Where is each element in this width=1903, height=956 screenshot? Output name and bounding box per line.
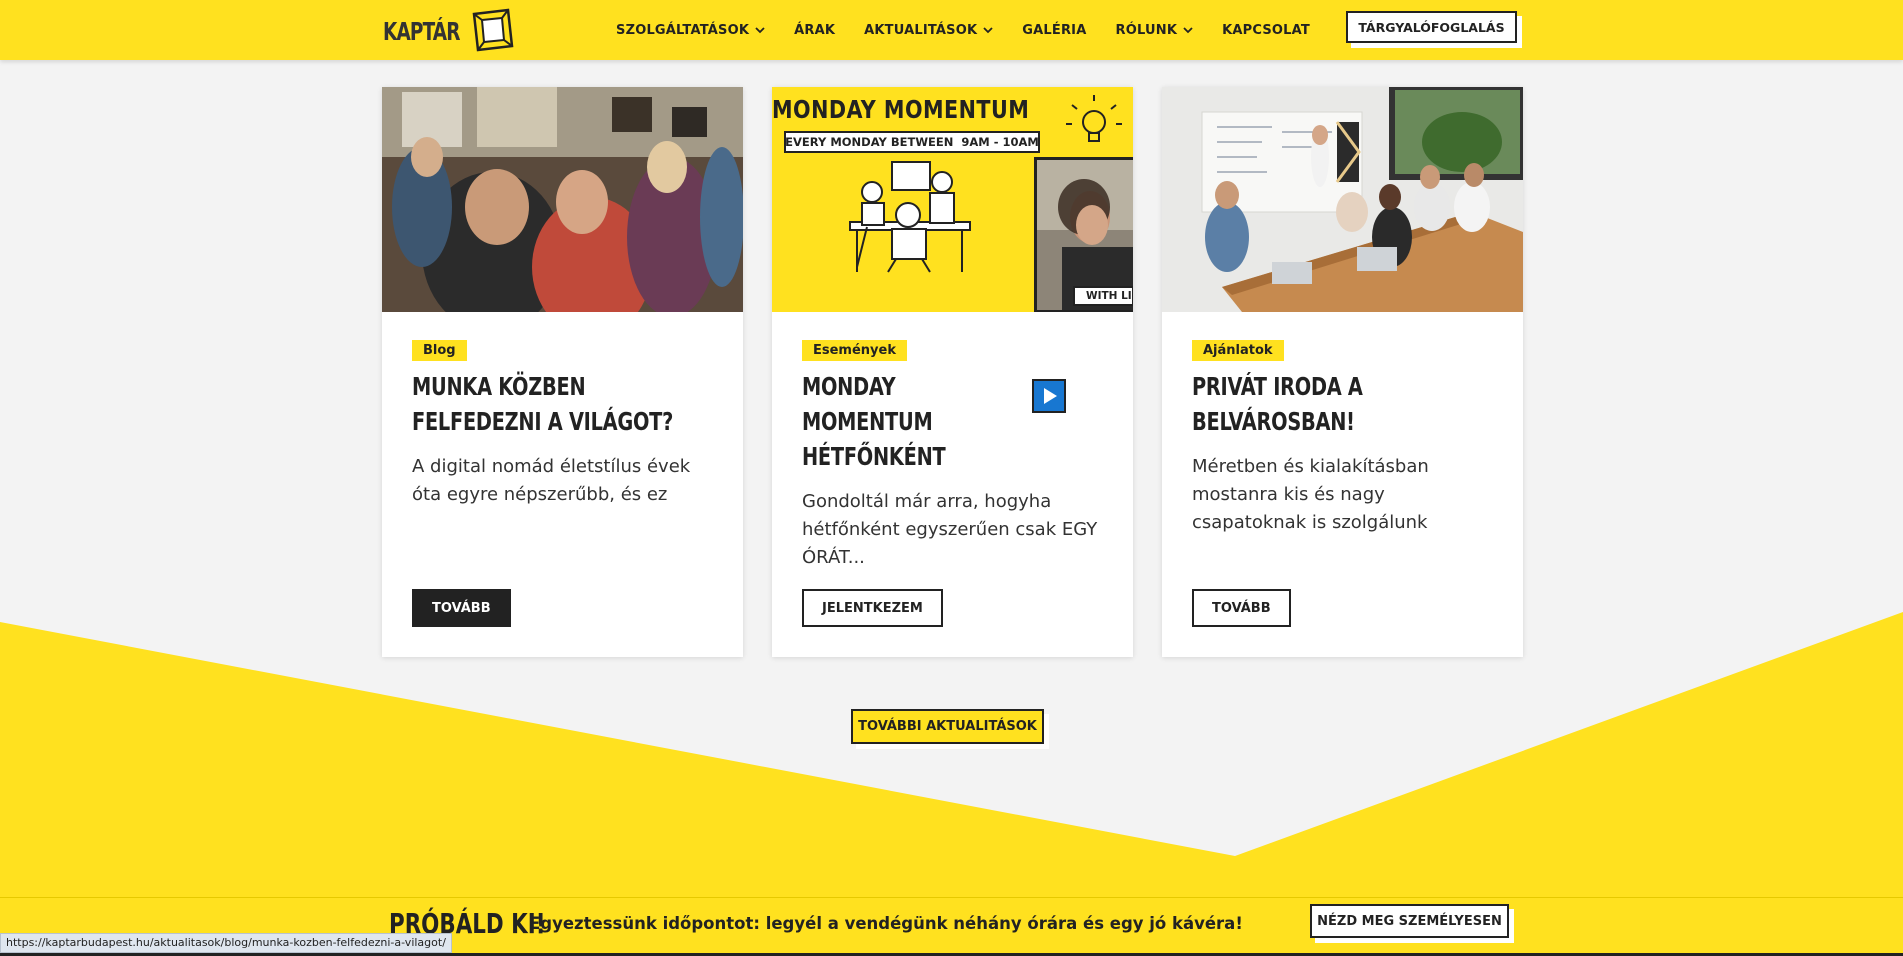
signup-button[interactable]: JELENTKEZEM xyxy=(802,589,943,627)
category-tag[interactable]: Események xyxy=(802,340,907,361)
category-tag[interactable]: Blog xyxy=(412,340,467,361)
monday-schedule: EVERY MONDAY BETWEEN 9AM - 10AM xyxy=(784,131,1040,153)
nav-item-galeria[interactable]: GALÉRIA xyxy=(1022,23,1086,38)
site-header: KAPTÁR SZOLGÁLTATÁSOK ÁRAK AKTUALITÁSOK … xyxy=(0,0,1903,60)
nav-label: AKTUALITÁSOK xyxy=(864,22,978,38)
card-photo-office[interactable] xyxy=(1162,87,1523,312)
nav-item-arak[interactable]: ÁRAK xyxy=(794,23,835,38)
logo-text: KAPTÁR xyxy=(383,16,460,46)
nav-item-aktualitasok[interactable]: AKTUALITÁSOK xyxy=(864,23,993,38)
card-excerpt: Méretben és kialakításban mostanra kis é… xyxy=(1192,456,1429,533)
visit-in-person-button[interactable]: NÉZD MEG SZEMÉLYESEN xyxy=(1310,904,1509,938)
nav-label: GALÉRIA xyxy=(1022,22,1087,38)
card-photo-team[interactable] xyxy=(382,87,743,312)
nav-item-szolgaltatasok[interactable]: SZOLGÁLTATÁSOK xyxy=(616,23,765,38)
news-card: Blog MUNKA KÖZBEN FELFEDEZNI A VILÁGOT? … xyxy=(382,87,743,657)
card-image-monday-momentum[interactable]: MONDAY MOMENTUM EVERY MONDAY BETWEEN 9AM… xyxy=(772,87,1133,312)
room-booking-button[interactable]: TÁRGYALÓFOGLALÁS xyxy=(1346,11,1517,43)
read-more-button[interactable]: TOVÁBB xyxy=(1192,589,1291,627)
category-tag[interactable]: Ajánlatok xyxy=(1192,340,1284,361)
card-title[interactable]: MONDAY MOMENTUM HÉTFŐNKÉNT xyxy=(802,369,1000,474)
card-title[interactable]: MUNKA KÖZBEN FELFEDEZNI A VILÁGOT? xyxy=(412,369,713,439)
card-excerpt: A digital nomád életstílus évek óta egyr… xyxy=(412,456,691,505)
nav-label: RÓLUNK xyxy=(1115,22,1178,38)
news-card: Ajánlatok PRIVÁT IRODA A BELVÁROSBAN! Mé… xyxy=(1162,87,1523,657)
logo[interactable]: KAPTÁR xyxy=(383,8,516,54)
main-nav: SZOLGÁLTATÁSOK ÁRAK AKTUALITÁSOK GALÉRIA… xyxy=(616,0,1339,60)
card-body: Ajánlatok PRIVÁT IRODA A BELVÁROSBAN! Mé… xyxy=(1162,312,1523,657)
nav-item-rolunk[interactable]: RÓLUNK xyxy=(1116,23,1194,38)
play-icon[interactable] xyxy=(1032,379,1066,413)
cube-logo-icon xyxy=(473,8,514,52)
chevron-down-icon xyxy=(1183,27,1193,34)
nav-label: KAPCSOLAT xyxy=(1222,22,1310,38)
nav-label: ÁRAK xyxy=(794,22,836,38)
banner-text: Egyeztessünk időpontot: legyél a vendégü… xyxy=(529,914,1243,933)
chevron-down-icon xyxy=(983,27,993,34)
nav-label: SZOLGÁLTATÁSOK xyxy=(616,22,750,38)
more-news-button[interactable]: TOVÁBBI AKTUALITÁSOK xyxy=(851,709,1044,744)
read-more-button[interactable]: TOVÁBB xyxy=(412,589,511,627)
monday-heading: MONDAY MOMENTUM xyxy=(772,95,1030,124)
news-card: MONDAY MOMENTUM EVERY MONDAY BETWEEN 9AM… xyxy=(772,87,1133,657)
card-body: Események MONDAY MOMENTUM HÉTFŐNKÉNT Gon… xyxy=(772,312,1133,657)
card-body: Blog MUNKA KÖZBEN FELFEDEZNI A VILÁGOT? … xyxy=(382,312,743,657)
card-title[interactable]: PRIVÁT IRODA A BELVÁROSBAN! xyxy=(1192,369,1416,439)
monday-badge: WITH LI xyxy=(1086,290,1132,302)
status-bar-url: https://kaptarbudapest.hu/aktualitasok/b… xyxy=(0,933,452,953)
chevron-down-icon xyxy=(755,27,765,34)
nav-item-kapcsolat[interactable]: KAPCSOLAT xyxy=(1222,23,1310,38)
card-excerpt: Gondoltál már arra, hogyha hétfőnként eg… xyxy=(802,491,1098,568)
